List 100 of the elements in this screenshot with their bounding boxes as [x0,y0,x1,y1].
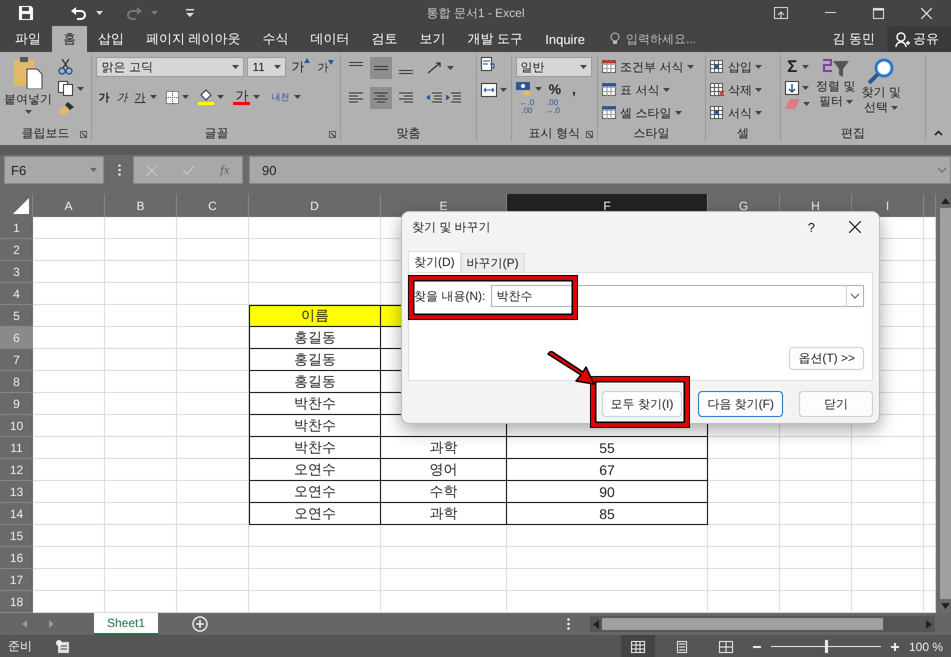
font-name-dropdown[interactable]: 맑은 고딕 [96,57,244,77]
styles-menu-button[interactable]: 표 서식 [602,80,702,100]
name-box[interactable]: F6 [4,156,104,184]
percent-button[interactable]: % [544,81,566,97]
more-icon[interactable] [118,164,121,176]
row-header[interactable]: 11 [0,437,33,459]
formula-field[interactable]: 90 [249,156,951,184]
more-icon[interactable] [567,618,570,630]
sheet-tab[interactable]: Sheet1 [94,613,158,635]
caret-icon[interactable] [534,87,542,91]
ribbon-tab[interactable]: 보기 [408,26,457,52]
maximize-icon[interactable] [873,8,884,18]
add-sheet-icon[interactable] [192,616,208,632]
horizontal-align-button[interactable] [370,87,392,109]
dialog-tab[interactable]: 찾기(D) [408,251,461,272]
caret-icon[interactable] [253,95,260,99]
ribbon-tab[interactable]: Inquire [534,26,596,52]
ribbon-tab[interactable]: 개발 도구 [456,26,534,52]
row-header[interactable]: 14 [0,503,33,525]
caret-icon[interactable] [802,86,810,90]
horizontal-scrollbar[interactable] [590,616,935,632]
zoom-level[interactable]: 100 % [908,640,943,654]
fill-down-icon[interactable] [785,81,800,95]
share-button[interactable]: 공유 [887,26,951,52]
ribbon-tab[interactable]: 페이지 레이아웃 [135,26,252,52]
row-header[interactable]: 2 [0,239,33,261]
row-header[interactable]: 13 [0,481,33,503]
row-header[interactable]: 18 [0,591,33,613]
wrap-text-icon[interactable] [480,57,496,71]
caret-icon[interactable] [150,95,158,99]
dialog-launcher-icon[interactable] [329,131,336,138]
macro-record-icon[interactable] [56,640,70,654]
row-header[interactable]: 4 [0,283,33,305]
ribbon-tab[interactable]: 삽입 [87,26,135,52]
customize-icon[interactable] [186,9,194,17]
bold-button[interactable]: 가 [96,90,112,104]
scroll-down-icon[interactable] [940,603,950,609]
column-header[interactable]: C [177,194,249,217]
fill-color-icon[interactable] [198,89,214,105]
collapse-ribbon-icon[interactable] [934,130,944,136]
ribbon-tab[interactable]: 수식 [252,26,300,52]
ribbon-tab[interactable]: 홈 [52,26,87,52]
borders-icon[interactable] [166,90,180,104]
ribbon-tab[interactable]: 데이터 [300,26,361,52]
dialog-launcher-icon[interactable] [80,131,88,138]
row-header[interactable]: 15 [0,525,33,547]
help-button[interactable]: ? [808,220,815,234]
chevron-down-icon[interactable] [850,293,860,299]
scroll-thumb[interactable] [602,618,883,630]
find-select-button[interactable]: 찾기 및 선택 [862,57,901,115]
zoom-slider[interactable] [824,640,828,653]
caret-icon[interactable] [294,95,302,99]
caret-icon[interactable] [96,11,103,15]
caret-icon[interactable] [500,88,507,92]
copy-icon[interactable] [58,81,74,96]
scissors-icon[interactable] [58,59,73,75]
cells-menu-button[interactable]: 서식 [710,103,776,123]
styles-menu-button[interactable]: 셀 스타일 [602,103,702,123]
comma-button[interactable]: , [568,81,580,97]
dialog-button[interactable]: 모두 찾기(I) [602,391,682,417]
close-icon[interactable] [849,221,861,233]
dialog-button[interactable]: 닫기 [799,391,873,417]
shrink-font-button[interactable]: 가 [315,60,336,74]
styles-menu-button[interactable]: 조건부 서식 [602,57,702,77]
increase-indent-icon[interactable] [445,92,462,104]
dialog-tab[interactable]: 바꾸기(P) [460,253,525,272]
row-header[interactable]: 10 [0,415,33,437]
caret-icon[interactable] [217,95,224,99]
dialog-launcher-icon[interactable] [586,131,594,138]
brush-icon[interactable] [58,102,74,116]
options-button[interactable]: 옵션(T) >> [789,347,864,370]
row-header[interactable]: 17 [0,569,33,591]
row-header[interactable]: 9 [0,393,33,415]
row-header[interactable]: 16 [0,547,33,569]
underline-button[interactable]: 가 [132,90,148,104]
italic-button[interactable]: 가 [114,90,130,104]
ribbon-display-icon[interactable] [774,7,788,19]
row-header[interactable]: 12 [0,459,33,481]
tell-me-field[interactable]: 입력하세요... [624,31,728,47]
font-color-button[interactable]: 가 [233,89,250,105]
find-field[interactable]: 박찬수 [491,285,864,307]
currency-icon[interactable] [516,82,532,96]
minimize-icon[interactable] [825,12,836,14]
caret-icon[interactable] [447,66,454,70]
row-header[interactable]: 7 [0,349,33,371]
paste-button[interactable]: 붙여넣기 [4,57,52,125]
select-all-icon[interactable] [13,198,29,214]
column-header[interactable]: D [249,194,381,217]
caret-icon[interactable] [802,65,810,69]
cells-menu-button[interactable]: 삽입 [710,57,776,77]
column-header[interactable]: I [852,194,924,217]
row-header[interactable]: 5 [0,305,33,327]
row-header[interactable]: 3 [0,261,33,283]
column-header[interactable]: B [105,194,177,217]
font-size-dropdown[interactable]: 11 [247,57,286,77]
ribbon-tab[interactable]: 검토 [360,26,409,52]
page-view-button[interactable] [620,635,655,657]
caret-icon[interactable] [77,86,84,90]
scroll-up-icon[interactable] [940,198,950,204]
number-format-dropdown[interactable]: 일반 [516,57,592,77]
